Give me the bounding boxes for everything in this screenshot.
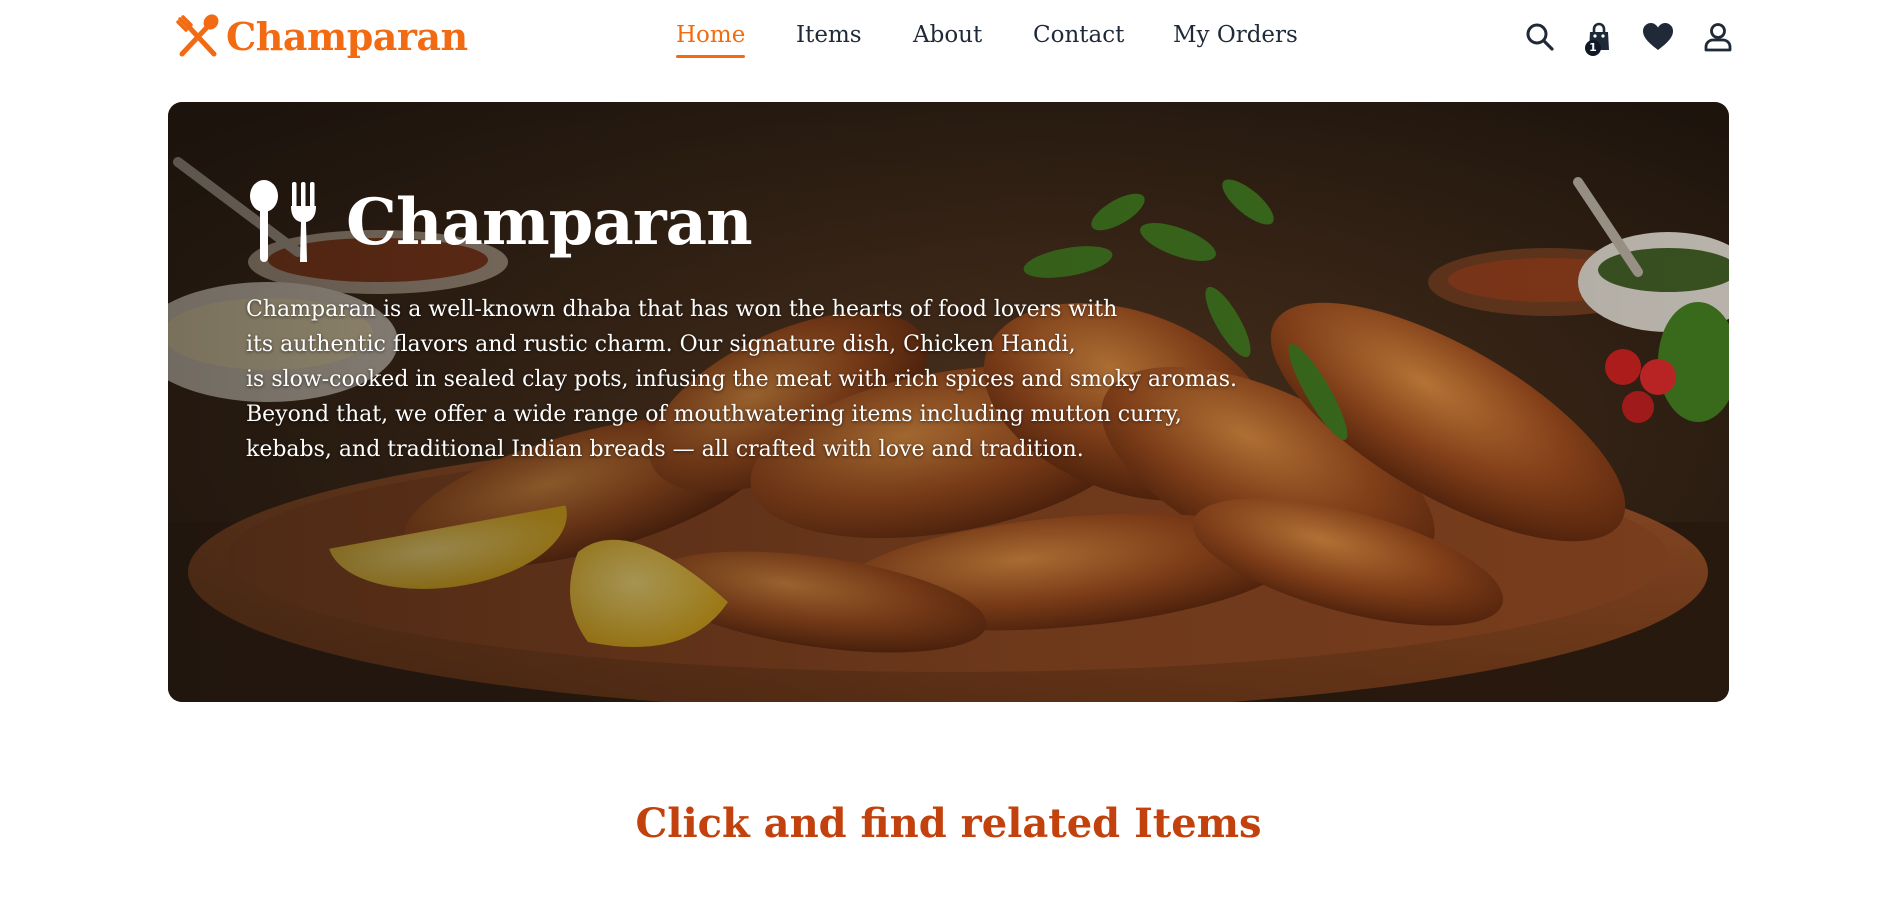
cart-count-badge: 1 xyxy=(1585,40,1601,56)
spoon-fork-icon xyxy=(250,180,316,262)
cart-button[interactable]: 1 xyxy=(1582,20,1616,56)
hero-description-line: its authentic flavors and rustic charm. … xyxy=(246,332,1076,357)
hero-title: Champaran xyxy=(346,184,753,260)
search-icon xyxy=(1526,23,1554,51)
nav-contact-link[interactable]: Contact xyxy=(1033,22,1124,48)
hero-description-line: kebabs, and traditional Indian breads — … xyxy=(246,437,1084,462)
heart-icon xyxy=(1643,23,1673,50)
hero-description: Champaran is a well-known dhaba that has… xyxy=(246,292,1238,467)
nav-about-link[interactable]: About xyxy=(913,22,982,48)
hero-title-row: Champaran xyxy=(246,180,753,264)
search-button[interactable] xyxy=(1523,20,1557,54)
account-button[interactable] xyxy=(1701,20,1735,54)
site-header: Champaran Home Items About Contact My Or… xyxy=(0,0,1897,76)
nav-items-link[interactable]: Items xyxy=(796,22,862,48)
user-icon xyxy=(1704,23,1732,52)
hero-banner: Champaran Champaran is a well-known dhab… xyxy=(168,102,1729,702)
nav-my-orders-link[interactable]: My Orders xyxy=(1173,22,1298,48)
wishlist-button[interactable] xyxy=(1641,20,1675,54)
related-items-heading: Click and find related Items xyxy=(635,800,1262,847)
nav-home-link[interactable]: Home xyxy=(676,22,746,58)
hero-description-line: is slow-cooked in sealed clay pots, infu… xyxy=(246,367,1238,392)
hero-description-line: Champaran is a well-known dhaba that has… xyxy=(246,297,1118,322)
hero-description-line: Beyond that, we offer a wide range of mo… xyxy=(246,402,1182,427)
